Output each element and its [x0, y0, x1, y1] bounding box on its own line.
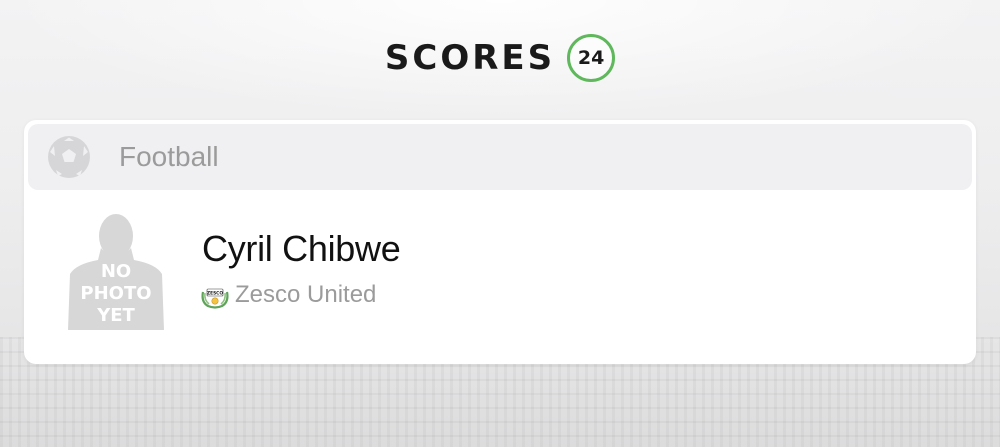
team-name: Zesco United: [235, 281, 377, 308]
team-link[interactable]: ZESCO Zesco United: [200, 280, 376, 310]
site-logo[interactable]: SCORES 24: [0, 34, 1000, 82]
no-photo-silhouette-icon: NO PHOTO YET: [68, 214, 164, 330]
player-card: Football NO PHOTO YET Cyril Chibwe ZESCO…: [24, 120, 976, 364]
no-photo-text-line-2: PHOTO: [80, 283, 151, 304]
sport-label: Football: [119, 141, 219, 172]
player-row[interactable]: NO PHOTO YET Cyril Chibwe ZESCO Zesco Un…: [24, 190, 976, 364]
logo-badge: 24: [567, 34, 616, 82]
no-photo-text-line-3: YET: [96, 305, 135, 326]
soccer-ball-icon: [48, 136, 90, 178]
team-crest-text: ZESCO: [207, 291, 223, 297]
logo-wordmark: SCORES: [384, 38, 556, 78]
sport-header[interactable]: Football: [28, 124, 972, 190]
team-crest-icon: ZESCO: [201, 288, 229, 309]
no-photo-text-line-1: NO: [101, 261, 131, 282]
player-name: Cyril Chibwe: [202, 228, 401, 269]
